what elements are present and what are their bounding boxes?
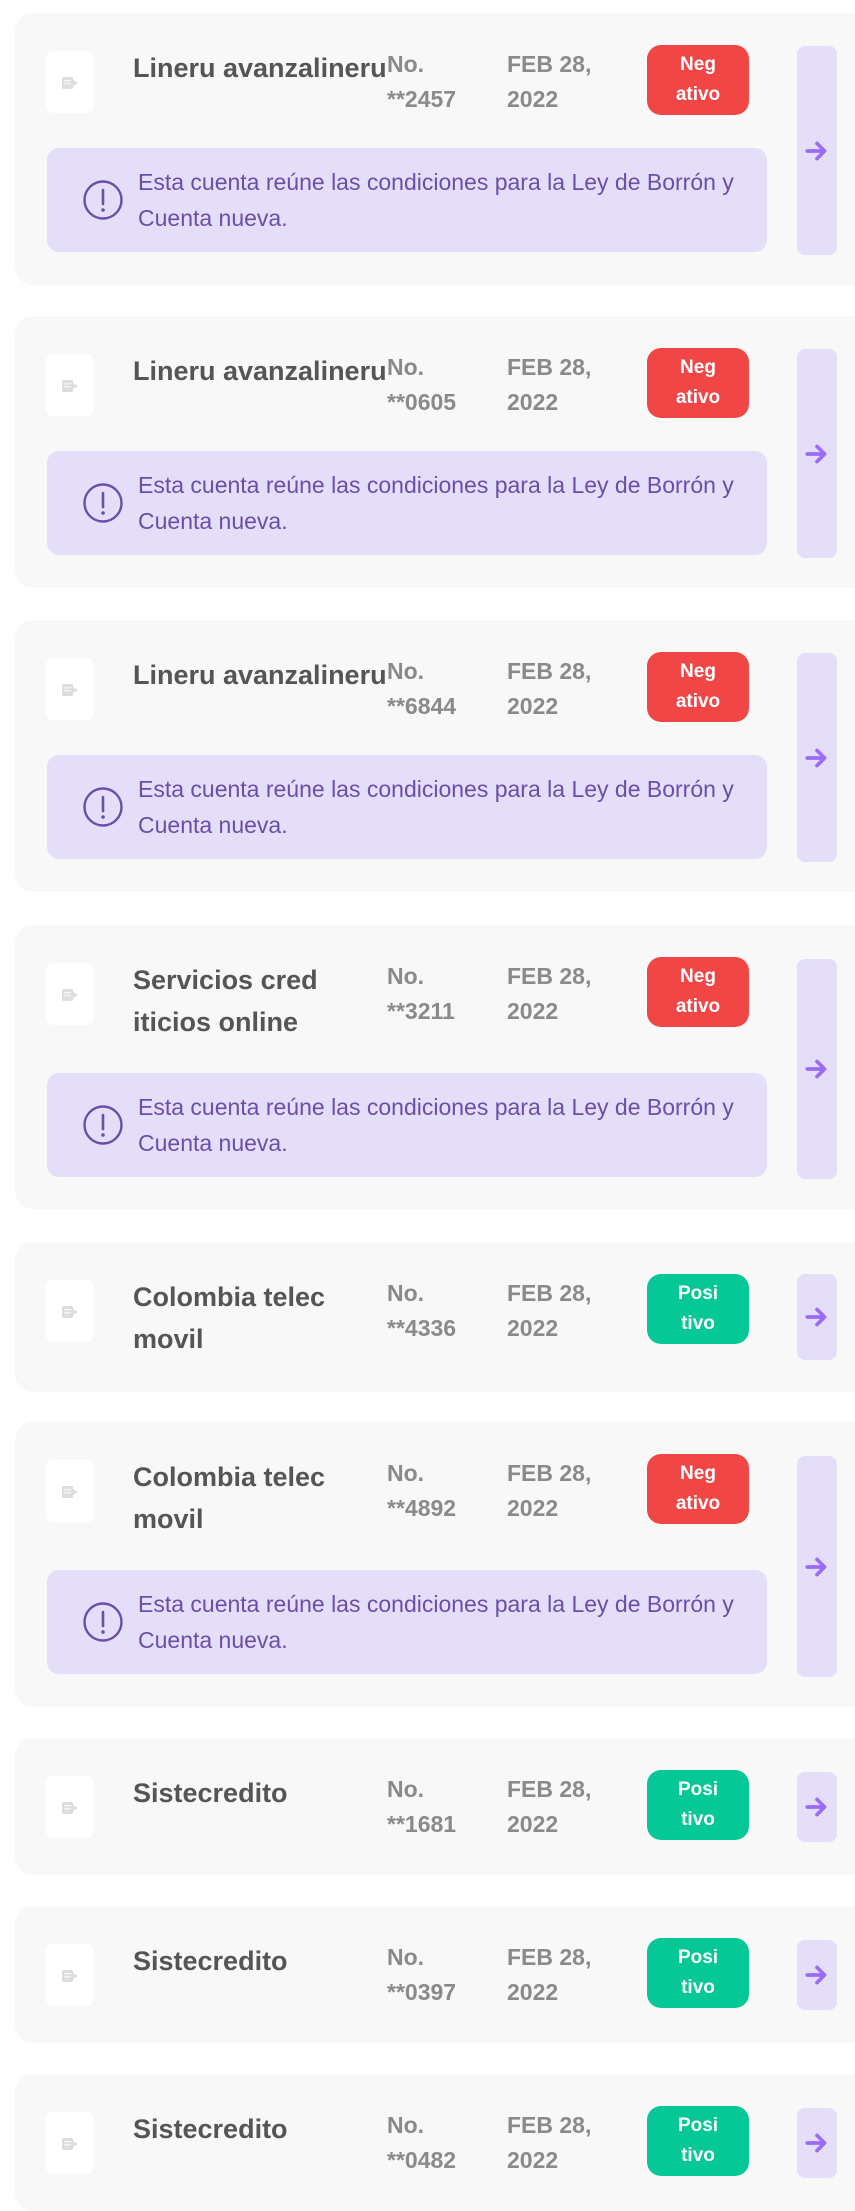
account-number: No. **4336 — [387, 1280, 457, 1341]
view-account-button[interactable] — [797, 1274, 837, 1360]
exclamation-circle-icon — [83, 1602, 123, 1642]
account-number: No. **6844 — [387, 658, 457, 719]
company-logo-icon — [62, 989, 78, 1001]
arrow-right-icon — [805, 1059, 827, 1079]
view-account-button[interactable] — [797, 2108, 837, 2178]
account-date: FEB 28, 2022 — [507, 51, 592, 112]
company-logo — [46, 1280, 94, 1342]
company-logo-icon — [62, 1802, 78, 1814]
exclamation-circle-icon — [83, 787, 123, 827]
company-logo — [46, 1776, 94, 1838]
account-card: Sistecredito No. **1681 FEB 28, 2022 Pos… — [15, 1738, 855, 1875]
company-logo-icon — [62, 1306, 78, 1318]
account-card: Lineru avanzalineru No. **6844 FEB 28, 2… — [15, 620, 855, 892]
borron-notice: Esta cuenta reúne las condiciones para l… — [47, 148, 767, 252]
company-logo-icon — [62, 2138, 78, 2150]
status-badge: Neg ativo — [647, 957, 749, 1027]
account-number: No. **0482 — [387, 2112, 457, 2173]
notice-text: Esta cuenta reúne las condiciones para l… — [138, 1591, 734, 1653]
account-date: FEB 28, 2022 — [507, 354, 592, 415]
account-number: No. **3211 — [387, 963, 455, 1024]
account-card: Sistecredito No. **0397 FEB 28, 2022 Pos… — [15, 1906, 855, 2043]
status-badge: Posi tivo — [647, 1274, 749, 1344]
account-date: FEB 28, 2022 — [507, 658, 592, 719]
company-logo — [46, 354, 94, 416]
borron-notice: Esta cuenta reúne las condiciones para l… — [47, 755, 767, 859]
view-account-button[interactable] — [797, 653, 837, 862]
account-date: FEB 28, 2022 — [507, 1944, 592, 2005]
company-logo — [46, 1944, 94, 2006]
account-number: No. **4892 — [387, 1460, 457, 1521]
company-logo — [46, 51, 94, 113]
borron-notice: Esta cuenta reúne las condiciones para l… — [47, 1073, 767, 1177]
account-date: FEB 28, 2022 — [507, 2112, 592, 2173]
status-badge: Posi tivo — [647, 1938, 749, 2008]
company-logo-icon — [62, 684, 78, 696]
account-company-name: Lineru avanzalineru — [133, 660, 387, 690]
view-account-button[interactable] — [797, 46, 837, 255]
account-company-name: Sistecredito — [133, 1946, 288, 1976]
arrow-right-icon — [805, 1557, 827, 1576]
account-company-name: Colombia telec movil — [133, 1282, 326, 1354]
account-date: FEB 28, 2022 — [507, 1460, 592, 1521]
status-badge: Neg ativo — [647, 652, 749, 722]
account-card: Colombia telec movil No. **4336 FEB 28, … — [15, 1242, 855, 1392]
company-logo-icon — [62, 1486, 78, 1498]
company-logo-icon — [62, 1970, 78, 1982]
arrow-right-icon — [805, 141, 827, 160]
account-company-name: Lineru avanzalineru — [133, 53, 387, 83]
account-card: Colombia telec movil No. **4892 FEB 28, … — [15, 1422, 855, 1707]
view-account-button[interactable] — [797, 959, 837, 1179]
account-number: No. **1681 — [387, 1776, 457, 1837]
status-badge: Neg ativo — [647, 348, 749, 418]
account-number: No. **0605 — [387, 354, 457, 415]
borron-notice: Esta cuenta reúne las condiciones para l… — [47, 451, 767, 555]
exclamation-circle-icon — [83, 1105, 123, 1145]
arrow-right-icon — [805, 1965, 827, 1985]
account-card: Lineru avanzalineru No. **2457 FEB 28, 2… — [15, 13, 855, 285]
arrow-right-icon — [805, 1797, 827, 1817]
account-date: FEB 28, 2022 — [507, 963, 592, 1024]
account-card: Sistecredito No. **0482 FEB 28, 2022 Pos… — [15, 2074, 855, 2211]
notice-text: Esta cuenta reúne las condiciones para l… — [138, 169, 734, 231]
company-logo — [46, 2112, 94, 2174]
account-company-name: Sistecredito — [133, 1778, 288, 1808]
account-company-name: Sistecredito — [133, 2114, 288, 2144]
account-company-name: Lineru avanzalineru — [133, 356, 387, 386]
status-badge: Neg ativo — [647, 45, 749, 115]
exclamation-circle-icon — [83, 180, 123, 220]
arrow-right-icon — [805, 2133, 827, 2153]
view-account-button[interactable] — [797, 1456, 837, 1677]
status-badge: Neg ativo — [647, 1454, 749, 1524]
company-logo — [46, 963, 94, 1025]
arrow-right-icon — [805, 444, 827, 463]
status-badge: Posi tivo — [647, 2106, 749, 2176]
exclamation-circle-icon — [83, 483, 123, 523]
account-number: No. **0397 — [387, 1944, 457, 2005]
arrow-right-icon — [805, 1307, 827, 1327]
view-account-button[interactable] — [797, 1940, 837, 2010]
notice-text: Esta cuenta reúne las condiciones para l… — [138, 1094, 734, 1156]
arrow-right-icon — [805, 748, 827, 767]
account-date: FEB 28, 2022 — [507, 1776, 592, 1837]
company-logo — [46, 658, 94, 720]
borron-notice: Esta cuenta reúne las condiciones para l… — [47, 1570, 767, 1674]
status-badge: Posi tivo — [647, 1770, 749, 1840]
company-logo — [46, 1460, 94, 1522]
company-logo-icon — [62, 77, 78, 89]
account-number: No. **2457 — [387, 51, 457, 112]
account-card: Servicios cred iticios online No. **3211… — [15, 925, 855, 1209]
company-logo-icon — [62, 380, 78, 392]
view-account-button[interactable] — [797, 349, 837, 558]
notice-text: Esta cuenta reúne las condiciones para l… — [138, 776, 734, 838]
view-account-button[interactable] — [797, 1772, 837, 1842]
account-company-name: Servicios cred iticios online — [133, 965, 318, 1037]
account-card: Lineru avanzalineru No. **0605 FEB 28, 2… — [15, 316, 855, 588]
account-company-name: Colombia telec movil — [133, 1462, 326, 1534]
account-date: FEB 28, 2022 — [507, 1280, 592, 1341]
notice-text: Esta cuenta reúne las condiciones para l… — [138, 472, 734, 534]
